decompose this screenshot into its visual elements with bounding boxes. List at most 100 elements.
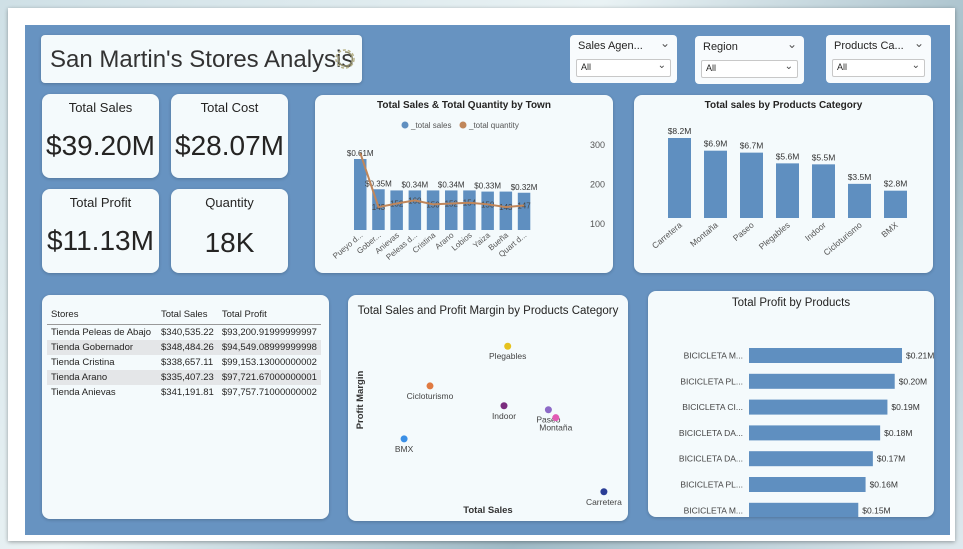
kpi-label: Quantity [205, 195, 254, 210]
table-cell: Tienda Arano [47, 370, 157, 385]
column-header[interactable]: Total Profit [217, 307, 321, 325]
data-label: $0.19M [891, 402, 919, 412]
table-row[interactable]: Tienda Peleas de Abajo $340,535.22 $93,2… [47, 325, 321, 341]
x-tick-label: Cicloturismo [822, 220, 864, 258]
scatter-chart-svg: Total Sales Profit Margin Plegables Ciclotu… [355, 342, 622, 516]
table-row[interactable]: Tienda Anievas $341,191.81 $97,757.71000… [47, 385, 321, 400]
table-cell: Tienda Cristina [51, 357, 115, 368]
chevron-down-icon: ⌄ [784, 61, 793, 72]
point-label: Indoor [492, 411, 516, 421]
x-tick-label: Lobios [450, 231, 474, 253]
table-cell: $341,191.81 [161, 387, 214, 398]
bar [749, 348, 902, 363]
bar [749, 451, 873, 467]
slicer-dropdown[interactable]: All ⌄ [832, 59, 925, 77]
legend-label: _total quantity [468, 121, 519, 130]
scatter-chart-card[interactable]: Total Sales and Profit Margin by Product… [348, 295, 628, 521]
table-header-row: Stores Total Sales Total Profit [47, 307, 321, 325]
kpi-value: $39.20M [46, 130, 155, 161]
column-header[interactable]: Stores [47, 307, 157, 325]
chevron-down-icon[interactable]: ⌄ [787, 37, 797, 51]
y-tick-label: BICICLETA PL... [680, 480, 743, 490]
data-label: $0.20M [899, 376, 927, 386]
x-tick-label: Montaña [688, 220, 720, 249]
slicer-dropdown[interactable]: All ⌄ [701, 60, 798, 78]
slicer-sales-agent[interactable]: Sales Agen... ⌄ All ⌄ [570, 35, 677, 83]
point-label: Plegables [489, 351, 526, 361]
table-row[interactable]: Tienda Gobernador $348,484.26 $94,549.08… [47, 340, 321, 355]
bar [776, 163, 799, 218]
kpi-value: $28.07M [175, 130, 284, 161]
data-label: $6.9M [704, 139, 728, 149]
legend-swatch [459, 121, 467, 129]
y2-tick-label: 300 [590, 140, 605, 150]
table-cell: Tienda Anievas [51, 387, 116, 398]
x-tick-label: Indoor [803, 220, 828, 243]
data-label: $2.8M [884, 179, 908, 189]
bar [481, 191, 494, 230]
kpi-quantity[interactable]: Quantity 18K [171, 189, 288, 273]
x-axis-label: Total Sales [463, 505, 512, 516]
table-row[interactable]: Tienda Arano $335,407.23 $97,721.6700000… [47, 370, 321, 385]
y2-tick-label: 100 [590, 219, 605, 229]
chevron-down-icon: ⌄ [911, 60, 920, 71]
table-cell: $97,757.71000000002 [221, 387, 317, 398]
bar [517, 192, 531, 230]
bar [668, 138, 691, 218]
data-label: $0.15M [862, 505, 890, 515]
kpi-label: Total Cost [200, 100, 259, 115]
y2-tick-label: 200 [590, 180, 605, 190]
chevron-down-icon[interactable]: ⌄ [914, 36, 924, 50]
scatter-point [552, 414, 560, 422]
x-tick-label: BMX [879, 220, 900, 240]
legend-label: _total sales [410, 121, 451, 130]
title-card: San Martin's Stores Analysis [41, 35, 362, 83]
category-sales-chart[interactable]: Total sales by Products Category $8.2M Ca… [634, 95, 933, 273]
stores-table-card[interactable]: Stores Total Sales Total Profit Tienda P… [42, 295, 329, 519]
slicer-dropdown[interactable]: All ⌄ [576, 59, 671, 77]
table-cell: Tienda Gobernador [47, 340, 157, 355]
slicer-region[interactable]: Region ⌄ All ⌄ [695, 36, 804, 84]
bar [749, 477, 866, 492]
bar [848, 183, 871, 218]
bar [704, 150, 727, 218]
data-label: $3.5M [848, 172, 872, 182]
chevron-down-icon[interactable]: ⌄ [660, 36, 670, 50]
refresh-icon [335, 49, 355, 69]
legend-swatch [401, 121, 409, 129]
scatter-point [400, 435, 408, 443]
slicer-products-category[interactable]: Products Ca... ⌄ All ⌄ [826, 35, 931, 83]
profit-by-products-chart[interactable]: Total Profit by Products BICICLETA M... $… [648, 291, 934, 517]
data-label: $0.34M [402, 180, 429, 189]
town-combo-chart[interactable]: Total Sales & Total Quantity by Town _to… [315, 95, 613, 273]
point-label: Montaña [539, 423, 572, 433]
data-label: $6.7M [740, 141, 764, 151]
table-cell: $338,657.11 [161, 357, 214, 368]
kpi-total-cost[interactable]: Total Cost $28.07M [171, 94, 288, 178]
kpi-total-sales[interactable]: Total Sales $39.20M [42, 94, 159, 178]
data-label: $0.34M [438, 180, 465, 189]
stores-table: Stores Total Sales Total Profit Tienda P… [47, 307, 321, 400]
table-cell: $340,535.22 [161, 327, 214, 338]
table-cell: $335,407.23 [157, 370, 218, 385]
bar [426, 190, 440, 230]
x-tick-label: Paseo [731, 220, 756, 243]
table-cell: $99,153.13000000002 [221, 357, 317, 368]
data-label: $5.5M [812, 152, 836, 162]
point-label: BMX [395, 444, 414, 454]
data-label: $0.17M [877, 454, 905, 464]
kpi-total-profit[interactable]: Total Profit $11.13M [42, 189, 159, 273]
data-label: $0.32M [511, 183, 538, 192]
y-tick-label: BICICLETA DA... [679, 428, 743, 438]
category-chart-svg: $8.2M Carretera $6.9M Montaña $6.7M Paseo $5.6… [650, 126, 908, 258]
bar [390, 190, 403, 230]
bar [749, 399, 888, 415]
y-tick-label: BICICLETA M... [684, 505, 743, 515]
bar [354, 159, 367, 230]
bar [749, 373, 895, 389]
x-tick-label: Carretera [650, 220, 684, 251]
column-header[interactable]: Total Sales [157, 307, 218, 325]
table-cell: $97,721.67000000001 [217, 370, 321, 385]
table-row[interactable]: Tienda Cristina $338,657.11 $99,153.1300… [47, 355, 321, 370]
scatter-point [504, 342, 512, 350]
